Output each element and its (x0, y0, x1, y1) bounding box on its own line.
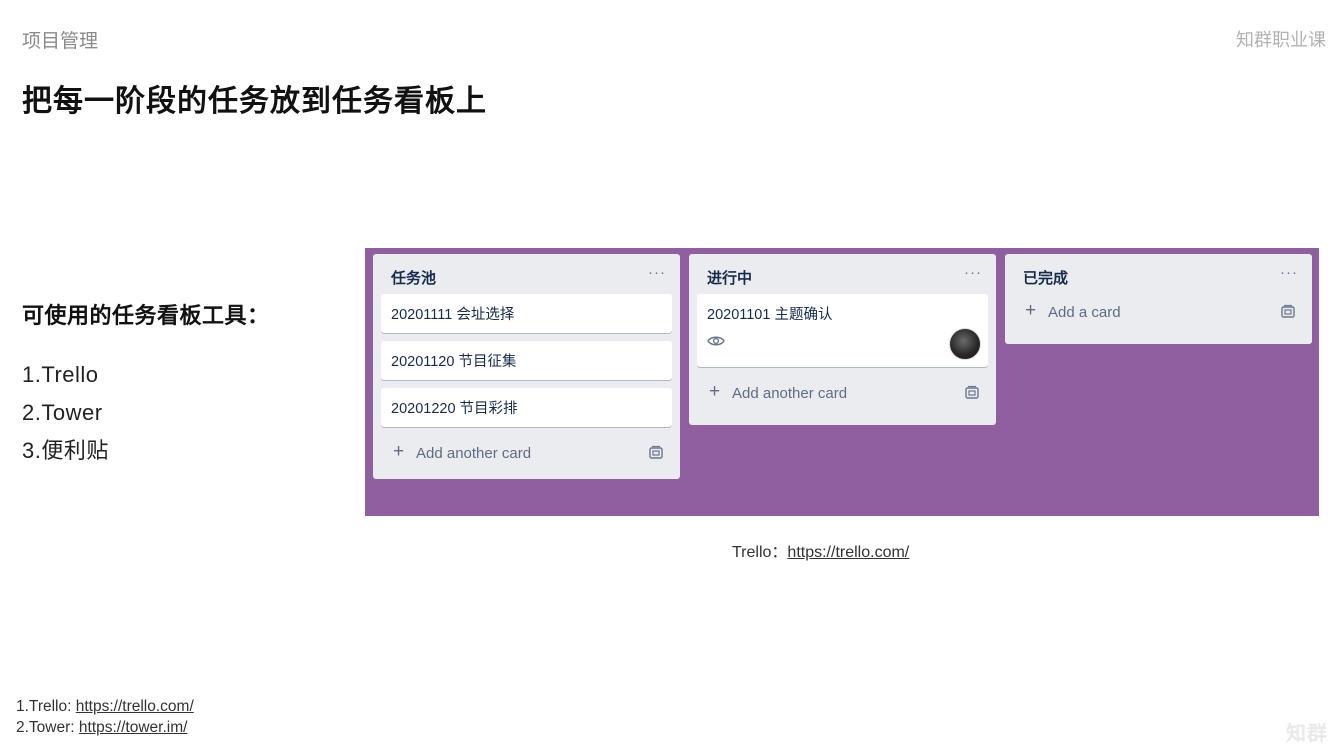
eye-icon (707, 336, 725, 346)
watermark-logo: 知群 (1286, 723, 1328, 745)
card[interactable]: 20201220 节目彩排 (381, 388, 672, 427)
brand-label: 知群职业课 (1236, 30, 1326, 50)
card[interactable]: 20201120 节目征集 (381, 341, 672, 380)
add-card-button[interactable]: + Add another card (381, 435, 672, 471)
trello-board: 任务池 ··· 20201111 会址选择 20201120 节目征集 2020… (365, 248, 1319, 516)
list-task-pool: 任务池 ··· 20201111 会址选择 20201120 节目征集 2020… (373, 254, 680, 479)
caption-label: Trello： (732, 544, 788, 561)
add-card-button[interactable]: + Add a card (1013, 294, 1304, 330)
page-title: 把每一阶段的任务放到任务看板上 (22, 85, 487, 118)
footnote-label: 1.Trello: (16, 698, 76, 715)
list-title: 已完成 (1023, 270, 1069, 287)
plus-icon: + (709, 381, 721, 402)
list-in-progress: 进行中 ··· 20201101 主题确认 + Add another card (689, 254, 996, 425)
section-label: 项目管理 (22, 31, 99, 52)
list-header: 已完成 ··· (1005, 254, 1312, 294)
list-title: 进行中 (707, 270, 753, 287)
list-menu-icon[interactable]: ··· (1280, 264, 1298, 281)
tool-item-tower: 2.Tower (22, 400, 103, 425)
card-template-icon[interactable] (964, 385, 980, 401)
card[interactable]: 20201101 主题确认 (697, 294, 988, 367)
tools-heading: 可使用的任务看板工具： (22, 303, 270, 328)
list-title: 任务池 (391, 270, 437, 287)
card-title: 20201120 节目征集 (391, 354, 517, 370)
trello-link[interactable]: https://trello.com/ (787, 544, 909, 561)
tool-item-sticky-notes: 3.便利贴 (22, 438, 109, 463)
card-template-icon[interactable] (1280, 304, 1296, 320)
list-done: 已完成 ··· + Add a card (1005, 254, 1312, 344)
add-card-label: Add another card (416, 445, 532, 462)
list-header: 进行中 ··· (689, 254, 996, 294)
list-menu-icon[interactable]: ··· (648, 264, 666, 281)
footnote-tower-link[interactable]: https://tower.im/ (79, 719, 188, 736)
card[interactable]: 20201111 会址选择 (381, 294, 672, 333)
footnotes: 1.Trello: https://trello.com/ 2.Tower: h… (16, 696, 194, 738)
card-title: 20201111 会址选择 (391, 307, 515, 323)
tools-list: 1.Trello 2.Tower 3.便利贴 (22, 356, 109, 470)
footnote-trello: 1.Trello: https://trello.com/ (16, 696, 194, 717)
footnote-tower: 2.Tower: https://tower.im/ (16, 717, 194, 738)
list-menu-icon[interactable]: ··· (964, 264, 982, 281)
card-title: 20201220 节目彩排 (391, 401, 518, 417)
list-header: 任务池 ··· (373, 254, 680, 294)
avatar[interactable] (949, 328, 981, 360)
footnote-label: 2.Tower: (16, 719, 79, 736)
card-title: 20201101 主题确认 (707, 307, 833, 323)
plus-icon: + (393, 441, 405, 462)
tool-item-trello: 1.Trello (22, 362, 99, 387)
footnote-trello-link[interactable]: https://trello.com/ (76, 698, 194, 715)
card-template-icon[interactable] (648, 445, 664, 461)
plus-icon: + (1025, 300, 1037, 321)
add-card-label: Add a card (1048, 304, 1121, 321)
add-card-button[interactable]: + Add another card (697, 375, 988, 411)
board-caption: Trello：https://trello.com/ (732, 538, 909, 562)
add-card-label: Add another card (732, 385, 848, 402)
